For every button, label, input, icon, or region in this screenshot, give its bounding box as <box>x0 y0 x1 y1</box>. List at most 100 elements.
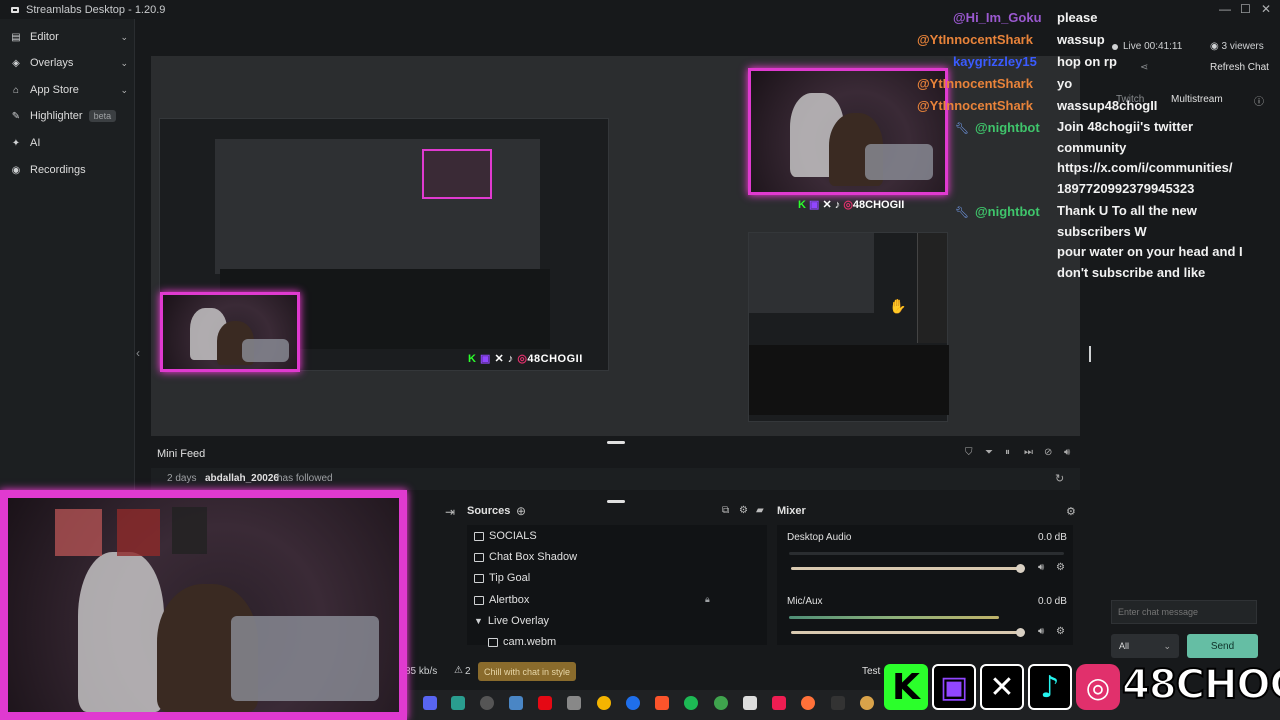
source-label: Alertbox <box>489 594 530 606</box>
streamlabs-taskbar-icon[interactable] <box>451 696 465 710</box>
mic-knob[interactable] <box>1016 628 1025 637</box>
source-item-tip-goal[interactable]: Tip Goal <box>474 572 530 584</box>
jersey-decor <box>117 508 161 556</box>
ai-icon: ✦ <box>11 137 21 149</box>
spotify-icon[interactable] <box>684 696 698 710</box>
feed-resize-handle[interactable] <box>607 500 625 503</box>
chat-message-line: community <box>1057 139 1127 155</box>
promo-button[interactable]: Chill with chat in style <box>478 662 577 681</box>
sliders-icon[interactable]: ⚙ <box>739 505 748 516</box>
nested-preview-right <box>748 232 949 422</box>
maximize-icon[interactable]: ☐ <box>1240 2 1251 16</box>
firefox-icon[interactable] <box>801 696 815 710</box>
highlighter-icon: ✎ <box>11 110 21 122</box>
nested-cam-feed <box>160 292 300 372</box>
source-label: Live Overlay <box>487 615 550 627</box>
clock-icon[interactable] <box>480 696 494 710</box>
browser-icon[interactable] <box>626 696 640 710</box>
tab-twitch[interactable]: Twitch <box>1116 94 1144 105</box>
sidebar-item-editor[interactable]: ▤ Editor ⌄ <box>10 31 128 43</box>
chat-username: @Hi_Im_Goku <box>953 10 1042 25</box>
sidebar-item-ai[interactable]: ✦ AI <box>10 137 128 149</box>
chat-message-line: Join 48chogii's twitter <box>1057 119 1194 134</box>
bitrate-label: 85 kb/s <box>405 666 438 677</box>
source-item-chat-box-shadow[interactable]: Chat Box Shadow <box>474 551 577 563</box>
shield-icon[interactable]: ⛉ <box>965 447 973 458</box>
document-icon[interactable] <box>743 696 757 710</box>
send-button[interactable]: Send <box>1187 634 1258 658</box>
chat-input[interactable] <box>1111 600 1257 624</box>
collapse-sidebar-icon[interactable]: ‹ <box>136 346 140 360</box>
webcam-overlay <box>0 490 407 720</box>
info-icon[interactable]: ⓘ <box>1254 93 1264 108</box>
source-item-live-overlay[interactable]: ▼ Live Overlay <box>474 615 549 627</box>
sidebar-item-recordings[interactable]: ◉ Recordings <box>10 164 128 176</box>
speaker-icon[interactable]: 🔊︎ <box>1038 626 1044 637</box>
sidebar-item-overlays[interactable]: ◈ Overlays ⌄ <box>10 57 128 69</box>
eye-icon: ◉ <box>1210 41 1222 52</box>
add-source-icon[interactable]: ⊕ <box>516 504 526 518</box>
capcut-icon[interactable] <box>772 696 786 710</box>
panel-resize-handle[interactable] <box>1089 346 1091 362</box>
speaker-icon[interactable]: 🔊︎ <box>1038 562 1044 573</box>
live-status: Live 00:41:11 <box>1112 41 1182 52</box>
discord-icon[interactable] <box>423 696 437 710</box>
share-icon[interactable]: ⋖ <box>1140 62 1148 73</box>
mute-alerts-icon[interactable]: ⊘ <box>1044 447 1052 458</box>
mic-slider[interactable] <box>791 631 1023 634</box>
replay-icon[interactable]: ↻ <box>1055 472 1064 485</box>
stream-preview[interactable]: K ▣ ✕ ♪ ◎48CHOGII K ▣ ✕ ♪ ◎48CHOGII ✋ <box>151 56 1080 436</box>
pause-icon[interactable]: ⏸ <box>1005 447 1010 458</box>
sidebar-item-label: AI <box>30 137 41 149</box>
filter-icon[interactable]: ⏷ <box>985 447 993 458</box>
app-icon[interactable] <box>860 696 874 710</box>
desktop-audio-slider[interactable] <box>791 567 1023 570</box>
xbox-icon[interactable] <box>714 696 728 710</box>
mixer-channel-name: Mic/Aux <box>787 596 823 607</box>
warning-icon[interactable]: ⚠ <box>454 665 463 676</box>
chat-message: please <box>1057 10 1098 25</box>
lock-icon[interactable]: 🔒︎ <box>705 594 710 605</box>
tab-multistream[interactable]: Multistream <box>1171 94 1223 105</box>
feed-event-time: 2 days <box>167 473 197 484</box>
refresh-chat-button[interactable]: Refresh Chat <box>1210 62 1269 73</box>
wrench-icon: 🔧︎ <box>955 207 969 219</box>
explorer-icon[interactable] <box>509 696 523 710</box>
gear-icon[interactable]: ⚙ <box>1056 562 1065 573</box>
group-icon[interactable]: ⧉ <box>722 505 729 516</box>
folder-icon[interactable]: ▰ <box>756 505 764 516</box>
chevron-down-icon: ⌄ <box>120 31 128 42</box>
desktop-audio-knob[interactable] <box>1016 564 1025 573</box>
netflix-icon[interactable] <box>538 696 552 710</box>
chat-message-line: subscribers W <box>1057 223 1147 239</box>
epic-games-icon[interactable] <box>831 696 845 710</box>
skip-icon[interactable]: ⏭ <box>1024 447 1033 458</box>
source-item-cam-webm[interactable]: cam.webm <box>488 636 556 648</box>
file-icon[interactable] <box>567 696 581 710</box>
brave-icon[interactable] <box>655 696 669 710</box>
chevron-down-icon: ▼ <box>474 616 483 626</box>
chat-username: @YtInnocentShark <box>917 32 1033 47</box>
chevron-down-icon: ⌄ <box>120 84 128 95</box>
chat-message-line: Thank U To all the new <box>1057 203 1197 218</box>
chat-message-line: 1897720992379945323 <box>1057 180 1195 196</box>
source-item-alertbox[interactable]: Alertbox <box>474 594 529 606</box>
source-item-socials[interactable]: SOCIALS <box>474 530 537 542</box>
mixer-settings-icon[interactable]: ⚙ <box>1066 505 1076 518</box>
close-icon[interactable]: ✕ <box>1261 2 1271 16</box>
scene-transition-icon[interactable]: ⇥ <box>445 505 455 519</box>
gear-icon[interactable]: ⚙ <box>1056 626 1065 637</box>
sidebar-item-highlighter[interactable]: ✎ Highlighter beta <box>10 110 128 122</box>
sidebar-item-app-store[interactable]: ⌂ App Store ⌄ <box>10 84 128 96</box>
app-store-icon: ⌂ <box>12 84 20 96</box>
volume-icon[interactable]: 🔊︎ <box>1064 447 1070 458</box>
live-timer: Live 00:41:11 <box>1123 41 1183 52</box>
tiktok-icon: ♪ <box>1028 664 1072 710</box>
chat-target-select[interactable]: All ⌄ <box>1111 634 1179 658</box>
minimize-icon[interactable]: — <box>1219 2 1231 16</box>
chat-target-label: All <box>1119 641 1130 651</box>
chrome-icon[interactable] <box>597 696 611 710</box>
overlays-icon: ◈ <box>12 57 20 69</box>
instagram-icon: ◎ <box>1076 664 1120 710</box>
sidebar-item-label: Recordings <box>30 164 86 176</box>
